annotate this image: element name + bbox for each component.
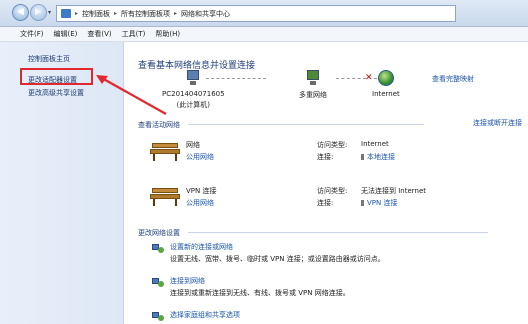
menu-view[interactable]: 查看(V): [87, 29, 111, 39]
access-type-value: 无法连接到 Internet: [361, 187, 427, 195]
access-type-label: 访问类型:: [317, 141, 348, 149]
menu-edit[interactable]: 编辑(E): [54, 29, 78, 39]
chevron-right-icon: ▸: [174, 10, 178, 17]
task-homegroup-link[interactable]: 选择家庭组和共享选项: [170, 310, 240, 320]
access-type-row: 访问类型: 无法连接到 Internet: [317, 186, 426, 196]
menu-tools[interactable]: 工具(T): [122, 29, 146, 39]
main-content: 查看基本网络信息并设置连接 查看完整映射 PC201404071605 (此计算…: [124, 42, 528, 324]
public-network-icon: [150, 143, 180, 161]
active-networks-title: 查看活动网络: [138, 121, 180, 129]
connection-value-link[interactable]: VPN 连接: [361, 198, 397, 208]
breadcrumb[interactable]: ▸ 控制面板 ▸ 所有控制面板项 ▸ 网络和共享中心: [56, 5, 456, 22]
network-name: 网络: [186, 141, 200, 149]
network-icon: [304, 70, 322, 86]
computer-icon: [184, 70, 202, 86]
access-type-label: 访问类型:: [317, 187, 348, 195]
breadcrumb-item[interactable]: 网络和共享中心: [181, 9, 230, 19]
connection-row: 连接: 本地连接: [317, 152, 395, 162]
access-type-value: Internet: [361, 140, 389, 148]
task-setup-connection-link[interactable]: 设置新的连接或网络: [170, 242, 233, 252]
connection-label: 连接:: [317, 153, 334, 161]
multiple-networks-label: 多重网络: [299, 91, 327, 99]
connection-value-link[interactable]: 本地连接: [361, 152, 395, 162]
computer-name-label: PC201404071605: [162, 90, 225, 98]
history-dropdown-icon[interactable]: ▾: [48, 9, 51, 16]
connect-network-icon: [152, 276, 164, 288]
network-type-link[interactable]: 公用网络: [186, 198, 214, 208]
access-type-row: 访问类型: Internet: [317, 140, 389, 150]
internet-node: Internet: [372, 70, 400, 98]
full-map-link[interactable]: 查看完整映射: [432, 74, 474, 84]
menu-help[interactable]: 帮助(H): [155, 29, 180, 39]
sidebar-item-change-adapter-settings[interactable]: 更改适配器设置: [28, 75, 77, 85]
network-link-line: [336, 78, 366, 79]
ethernet-icon: [361, 154, 364, 160]
task-description: 设置无线、宽带、拨号、临时或 VPN 连接；或设置路由器或访问点。: [170, 255, 385, 263]
change-settings-title: 更改网络设置: [138, 229, 180, 237]
back-button[interactable]: ◀: [12, 4, 29, 21]
chevron-right-icon: ▸: [75, 10, 79, 17]
this-computer-node: PC201404071605 (此计算机): [162, 70, 225, 110]
homegroup-icon: [152, 310, 164, 322]
sidebar-item-advanced-sharing[interactable]: 更改高级共享设置: [28, 88, 84, 98]
breadcrumb-item[interactable]: 控制面板: [82, 9, 110, 19]
task-connect-network-link[interactable]: 连接到网络: [170, 276, 205, 286]
globe-icon: [377, 70, 394, 86]
multiple-networks-node: 多重网络: [299, 70, 327, 100]
vpn-icon: [361, 200, 364, 206]
network-link-line: [206, 78, 266, 79]
network-type-link[interactable]: 公用网络: [186, 152, 214, 162]
sidebar-item-control-panel-home[interactable]: 控制面板主页: [28, 54, 70, 64]
section-divider: [188, 124, 424, 125]
connection-row: 连接: VPN 连接: [317, 198, 397, 208]
forward-button[interactable]: ▶: [30, 4, 47, 21]
computer-this-label: (此计算机): [176, 101, 211, 109]
control-panel-icon: [61, 9, 71, 18]
sidebar: 控制面板主页 更改适配器设置 更改高级共享设置: [0, 42, 124, 324]
connection-label: 连接:: [317, 199, 334, 207]
address-bar: ◀ ▶ ▾ ▸ 控制面板 ▸ 所有控制面板项 ▸ 网络和共享中心: [0, 0, 528, 27]
connection-value: VPN 连接: [367, 199, 398, 207]
menu-bar: 文件(F) 编辑(E) 查看(V) 工具(T) 帮助(H): [0, 27, 528, 42]
section-divider: [188, 232, 488, 233]
menu-file[interactable]: 文件(F): [20, 29, 44, 39]
new-connection-icon: [152, 242, 164, 254]
connect-disconnect-link[interactable]: 连接或断开连接: [473, 118, 522, 128]
internet-label: Internet: [372, 90, 400, 98]
chevron-right-icon: ▸: [114, 10, 118, 17]
public-network-icon: [150, 188, 180, 206]
network-name: VPN 连接: [186, 187, 217, 195]
connection-value: 本地连接: [367, 153, 395, 161]
task-description: 连接到或重新连接到无线、有线、拨号或 VPN 网络连接。: [170, 289, 350, 297]
breadcrumb-item[interactable]: 所有控制面板项: [121, 9, 170, 19]
